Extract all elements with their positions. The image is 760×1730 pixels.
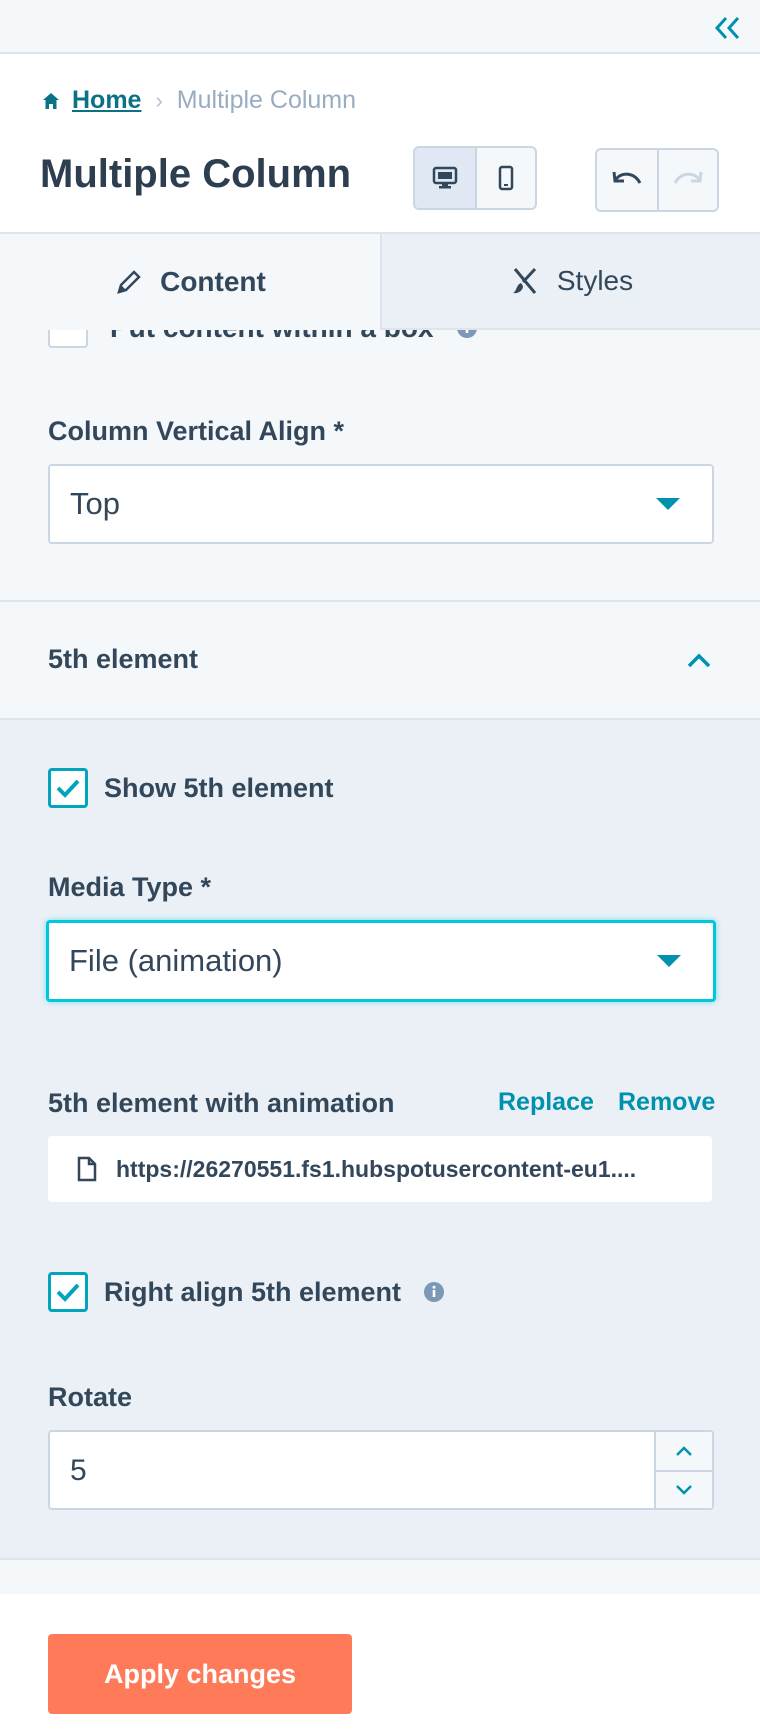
media-type-label: Media Type * [48, 872, 212, 902]
tab-content-label: Content [160, 266, 266, 297]
file-icon [77, 1156, 97, 1182]
animation-file-label: 5th element with animation [48, 1088, 395, 1118]
increment-button[interactable] [656, 1432, 712, 1470]
undo-icon [612, 171, 642, 184]
content-box-row: Put content within a box [48, 330, 478, 348]
content-box-checkbox[interactable] [48, 330, 88, 348]
breadcrumb-home-link[interactable]: Home [72, 86, 141, 115]
column-settings-section: Put content within a box Column Vertical… [0, 330, 760, 600]
media-type-value: File (animation) [69, 943, 283, 978]
caret-down-icon [657, 955, 681, 967]
undo-button[interactable] [597, 150, 657, 210]
rotate-label: Rotate [48, 1382, 133, 1412]
chevron-up-icon [687, 653, 711, 668]
media-type-select[interactable]: File (animation) [46, 920, 716, 1002]
tab-styles[interactable]: Styles [382, 234, 760, 330]
vertical-align-label: Column Vertical Align * [48, 416, 345, 446]
info-icon [456, 330, 477, 338]
brush-icon [512, 267, 537, 294]
vertical-align-select[interactable]: Top [48, 464, 714, 544]
device-toggle [413, 146, 537, 210]
show-5th-element-checkbox[interactable] [48, 768, 88, 808]
replace-file-link[interactable]: Replace [498, 1088, 594, 1117]
chevron-down-icon [676, 1485, 692, 1495]
redo-button[interactable] [657, 150, 717, 210]
breadcrumb-current: Multiple Column [176, 86, 357, 114]
accordion-5th-element-body: Show 5th element Media Type * File (anim… [0, 720, 760, 1560]
vertical-align-value: Top [70, 486, 120, 521]
rotate-input[interactable]: 5 [48, 1430, 714, 1510]
rotate-stepper [654, 1432, 712, 1508]
page-title: Multiple Column [40, 152, 352, 196]
checkmark-icon [56, 779, 80, 798]
caret-down-icon [656, 498, 680, 510]
decrement-button[interactable] [656, 1470, 712, 1508]
panel-footer: Apply changes [0, 1594, 760, 1730]
collapse-panel-button[interactable] [712, 14, 742, 42]
apply-changes-button[interactable]: Apply changes [48, 1634, 352, 1714]
right-align-checkbox[interactable] [48, 1272, 88, 1312]
pencil-icon [117, 270, 141, 294]
checkmark-icon [56, 1283, 80, 1302]
remove-file-link[interactable]: Remove [618, 1088, 715, 1117]
file-url: https://26270551.fs1.hubspotusercontent-… [116, 1155, 637, 1182]
tab-content[interactable]: Content [0, 234, 382, 330]
history-controls [595, 148, 719, 212]
double-chevron-left-icon [714, 16, 740, 40]
editor-tabs: Content Styles [0, 234, 760, 330]
chevron-up-icon [676, 1446, 692, 1456]
accordion-title: 5th element [48, 644, 199, 674]
home-icon [43, 92, 59, 109]
panel-header: Home › Multiple Column Multiple Column [0, 54, 760, 234]
breadcrumb-separator: › [155, 87, 163, 113]
info-icon[interactable] [423, 1281, 445, 1303]
show-5th-element-label: Show 5th element [104, 772, 334, 803]
rotate-value: 5 [70, 1454, 87, 1487]
mobile-view-button[interactable] [475, 148, 535, 208]
accordion-5th-element-header[interactable]: 5th element [0, 600, 760, 720]
top-bar [0, 0, 760, 54]
desktop-view-button[interactable] [415, 148, 475, 208]
breadcrumb: Home › Multiple Column [42, 86, 356, 115]
content-box-label: Put content within a box [110, 330, 434, 344]
show-5th-element-row: Show 5th element [48, 768, 334, 808]
mobile-icon [498, 165, 514, 191]
desktop-icon [432, 166, 458, 189]
right-align-row: Right align 5th element [48, 1272, 445, 1312]
redo-icon [673, 171, 703, 184]
file-chip[interactable]: https://26270551.fs1.hubspotusercontent-… [48, 1136, 712, 1202]
right-align-label: Right align 5th element [104, 1276, 402, 1307]
tab-styles-label: Styles [556, 265, 634, 296]
